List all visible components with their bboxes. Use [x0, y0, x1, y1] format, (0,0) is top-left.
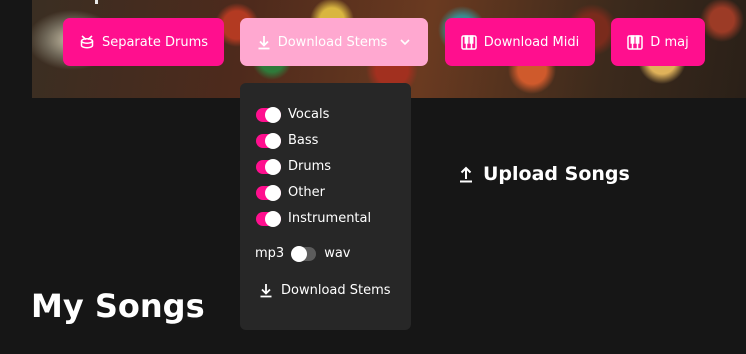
download-midi-label: Download Midi: [483, 34, 580, 50]
vocals-toggle[interactable]: [256, 106, 281, 123]
download-stems-label: Download Stems: [277, 34, 388, 50]
stem-option-instrumental[interactable]: Instrumental: [256, 210, 372, 227]
download-midi-button[interactable]: Download Midi: [445, 18, 595, 66]
instrumental-toggle[interactable]: [256, 210, 281, 227]
banner-marker: [95, 0, 98, 4]
separate-drums-button[interactable]: Separate Drums: [63, 18, 224, 66]
stem-option-bass[interactable]: Bass: [256, 132, 319, 149]
stem-option-other[interactable]: Other: [256, 184, 325, 201]
stem-option-label: Vocals: [288, 107, 330, 122]
stem-option-label: Instrumental: [288, 211, 372, 226]
bass-toggle[interactable]: [256, 132, 281, 149]
upload-songs-label: Upload Songs: [483, 163, 630, 185]
stem-option-label: Bass: [288, 133, 319, 148]
stems-dropdown-menu: Vocals Bass Drums Other Instrumental mp3…: [240, 83, 411, 330]
stem-option-label: Drums: [288, 159, 332, 174]
upload-icon: [460, 166, 472, 183]
other-toggle[interactable]: [256, 184, 281, 201]
key-button[interactable]: D maj: [611, 18, 705, 66]
drums-toggle[interactable]: [256, 158, 281, 175]
drum-icon: [80, 35, 94, 49]
upload-songs-button[interactable]: Upload Songs: [458, 163, 630, 185]
stem-option-label: Other: [288, 185, 325, 200]
format-wav-label: wav: [324, 246, 351, 261]
download-stems-button[interactable]: Download Stems: [240, 18, 428, 66]
format-toggle[interactable]: [291, 245, 317, 262]
piano-icon: [461, 34, 477, 50]
chevron-down-icon: [400, 39, 410, 46]
key-label: D maj: [650, 34, 689, 50]
download-icon: [260, 284, 272, 298]
menu-download-stems-label: Download Stems: [281, 283, 391, 298]
stem-option-drums[interactable]: Drums: [256, 158, 332, 175]
menu-download-stems-button[interactable]: Download Stems: [259, 283, 391, 298]
separate-drums-label: Separate Drums: [101, 34, 209, 50]
format-mp3-label: mp3: [255, 246, 285, 261]
my-songs-heading: My Songs: [31, 287, 205, 325]
download-icon: [258, 35, 270, 49]
stem-option-vocals[interactable]: Vocals: [256, 106, 330, 123]
piano-icon: [627, 34, 644, 50]
format-selector: mp3 wav: [255, 245, 351, 262]
